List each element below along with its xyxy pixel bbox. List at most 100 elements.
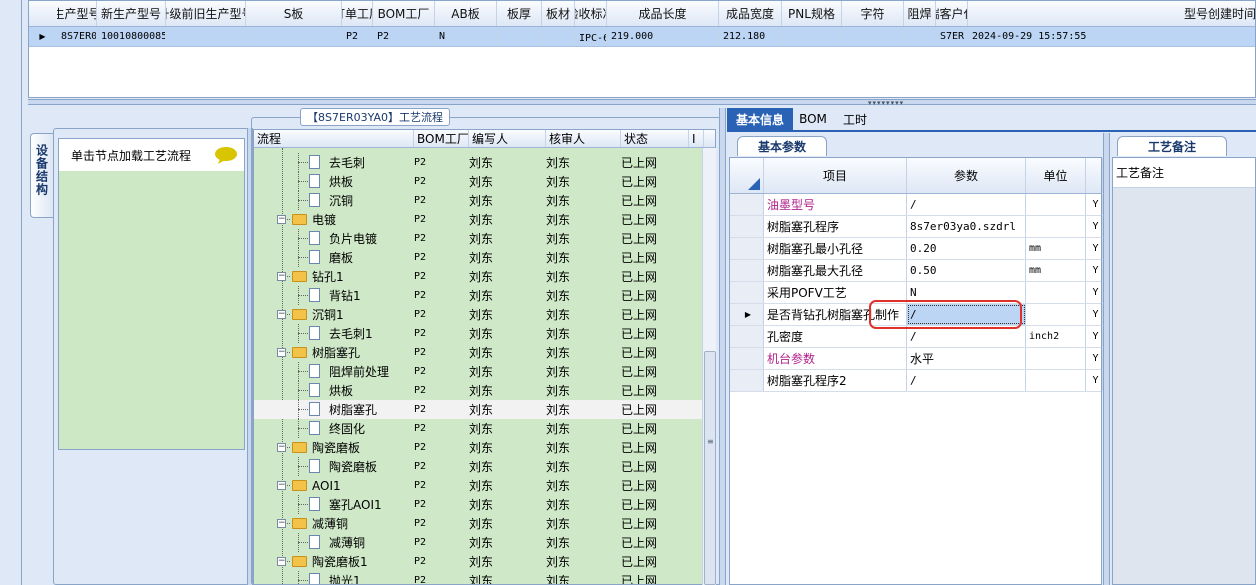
bom-factory-cell: P2 — [414, 499, 427, 510]
process-row[interactable]: 背钻1 P2 刘东 刘东 已上网 — [254, 286, 702, 305]
bom-factory-cell: P2 — [414, 176, 427, 187]
scrollbar-thumb[interactable]: ≡ — [704, 351, 716, 585]
collapse-icon[interactable]: − — [277, 443, 286, 452]
grid-header-cell: 升级前旧生产型号 — [166, 1, 246, 26]
tab-basic-info[interactable]: 基本信息 — [727, 108, 793, 130]
param-row[interactable]: 孔密度 / inch2 Y — [730, 326, 1103, 348]
author-cell: 刘东 — [469, 213, 494, 227]
process-row[interactable]: − 减薄铜 P2 刘东 刘东 已上网 — [254, 514, 702, 533]
param-value-input[interactable]: 0.50 — [907, 260, 1026, 281]
param-value-input[interactable]: 0.20 — [907, 238, 1026, 259]
horizontal-splitter[interactable]: ▾▾▾▾▾▾▾▾ — [28, 99, 1256, 107]
process-row[interactable]: 塞孔AOI1 P2 刘东 刘东 已上网 — [254, 495, 702, 514]
row-indicator-icon — [730, 282, 764, 303]
grid-cell — [166, 27, 246, 46]
tab-work-hours[interactable]: 工时 — [835, 108, 875, 130]
tab-equipment-structure[interactable]: 设备结构 — [30, 133, 53, 218]
author-cell: 刘东 — [469, 327, 494, 341]
param-row[interactable]: 油墨型号 / Y — [730, 194, 1103, 216]
tab-bom[interactable]: BOM — [797, 108, 829, 130]
collapse-icon[interactable]: − — [277, 215, 286, 224]
process-row[interactable]: 磨板 P2 刘东 刘东 已上网 — [254, 248, 702, 267]
equipment-tree[interactable]: 单击节点加载工艺流程 — [58, 138, 245, 450]
product-grid-row[interactable]: ▶ 8S7ER03YA010010800085368P2P2NIPC-6018 … — [29, 27, 1255, 47]
process-step-name: 电镀 — [312, 213, 337, 227]
process-row[interactable]: 沉铜 P2 刘东 刘东 已上网 — [254, 191, 702, 210]
bom-factory-cell: P2 — [414, 423, 427, 434]
param-value-input[interactable]: / — [907, 326, 1026, 347]
grid-cell: 8S7ER03YA0 — [57, 27, 97, 46]
folder-icon — [292, 556, 307, 567]
param-row[interactable]: 机台参数 水平 Y — [730, 348, 1103, 370]
process-row[interactable]: 终固化 P2 刘东 刘东 已上网 — [254, 419, 702, 438]
process-row[interactable]: 负片电镀 P2 刘东 刘东 已上网 — [254, 229, 702, 248]
grid-header-cell: 订单工厂 — [342, 1, 373, 26]
process-step-name: 阻焊前处理 — [329, 365, 390, 379]
grid-header-cell: PNL规格 — [782, 1, 842, 26]
collapse-icon[interactable]: − — [277, 557, 286, 566]
process-row[interactable]: 减薄铜 P2 刘东 刘东 已上网 — [254, 533, 702, 552]
middle-vertical-splitter[interactable] — [719, 108, 726, 585]
document-icon — [309, 573, 320, 584]
grid-header-cell: 型号创建时间 — [968, 1, 1256, 26]
collapse-icon[interactable]: − — [277, 481, 286, 490]
author-cell: 刘东 — [469, 536, 494, 550]
param-row[interactable]: 树脂塞孔最大孔径 0.50 mm Y — [730, 260, 1103, 282]
tree-branch-line — [298, 295, 308, 296]
tab-basic-params[interactable]: 基本参数 — [737, 136, 827, 156]
param-row[interactable]: 树脂塞孔程序2/ Y — [730, 370, 1103, 392]
process-tree-grid[interactable]: 流程 BOM工厂 编写人 核审人 状态 I 去毛刺 P2 刘东 刘东 已上网 烘板 P2 刘东 刘东 已上网… — [253, 129, 716, 585]
process-row[interactable]: − 树脂塞孔 P2 刘东 刘东 已上网 — [254, 343, 702, 362]
status-cell: 已上网 — [621, 498, 658, 512]
param-flag: Y — [1086, 326, 1103, 347]
author-cell: 刘东 — [469, 517, 494, 531]
process-row[interactable]: − 电镀 P2 刘东 刘东 已上网 — [254, 210, 702, 229]
process-row[interactable]: 去毛刺1 P2 刘东 刘东 已上网 — [254, 324, 702, 343]
param-value-input[interactable]: / — [907, 194, 1026, 215]
process-step-name: 烘板 — [329, 384, 354, 398]
process-row[interactable]: − 钻孔1 P2 刘东 刘东 已上网 — [254, 267, 702, 286]
param-value-input[interactable]: 水平 — [907, 348, 1026, 369]
process-row[interactable]: 烘板 P2 刘东 刘东 已上网 — [254, 381, 702, 400]
process-row[interactable]: − AOI1 P2 刘东 刘东 已上网 — [254, 476, 702, 495]
process-row[interactable]: − 沉铜1 P2 刘东 刘东 已上网 — [254, 305, 702, 324]
process-step-name: 陶瓷磨板 — [329, 460, 378, 474]
collapse-icon[interactable]: − — [277, 272, 286, 281]
process-row[interactable]: 抛光1 P2 刘东 刘东 已上网 — [254, 571, 702, 584]
param-unit — [1026, 194, 1086, 215]
param-item-name: 树脂塞孔程序 — [764, 216, 907, 237]
process-row[interactable]: 阻焊前处理 P2 刘东 刘东 已上网 — [254, 362, 702, 381]
param-row[interactable]: 树脂塞孔最小孔径 0.20 mm Y — [730, 238, 1103, 260]
folder-icon — [292, 309, 307, 320]
process-step-name: 树脂塞孔 — [329, 403, 378, 417]
reviewer-cell: 刘东 — [546, 536, 571, 550]
process-row[interactable]: 陶瓷磨板 P2 刘东 刘东 已上网 — [254, 457, 702, 476]
collapse-icon[interactable]: − — [277, 519, 286, 528]
process-row[interactable]: − 陶瓷磨板 P2 刘东 刘东 已上网 — [254, 438, 702, 457]
right-vertical-splitter[interactable] — [1103, 133, 1110, 585]
bom-factory-cell: P2 — [414, 385, 427, 396]
process-step-name: 塞孔AOI1 — [329, 498, 382, 512]
row-indicator-icon — [730, 370, 764, 391]
tab-process-notes[interactable]: 工艺备注 — [1117, 136, 1227, 156]
param-value-input[interactable]: 8s7er03ya0.szdrl — [907, 216, 1026, 237]
process-scrollbar[interactable]: ≡ — [702, 148, 716, 585]
params-grid[interactable]: 项目 参数 单位 油墨型号 / Y 树脂塞孔程序 8s7er03ya0.szdrl Y 树脂塞孔… — [729, 157, 1103, 585]
status-cell: 已上网 — [621, 346, 658, 360]
author-cell: 刘东 — [469, 270, 494, 284]
process-row[interactable]: 树脂塞孔 P2 刘东 刘东 已上网 — [254, 400, 702, 419]
folder-icon — [292, 271, 307, 282]
param-row[interactable]: 树脂塞孔程序 8s7er03ya0.szdrl Y — [730, 216, 1103, 238]
collapse-icon[interactable]: − — [277, 310, 286, 319]
process-row[interactable]: − 陶瓷磨板1 P2 刘东 刘东 已上网 — [254, 552, 702, 571]
collapse-icon[interactable]: − — [277, 348, 286, 357]
row-indicator-icon — [730, 326, 764, 347]
process-row[interactable]: 去毛刺 P2 刘东 刘东 已上网 — [254, 153, 702, 172]
process-row[interactable]: 烘板 P2 刘东 刘东 已上网 — [254, 172, 702, 191]
author-cell: 刘东 — [469, 156, 494, 170]
grid-header-cell: 新生产型号 — [97, 1, 166, 26]
grid-header-cell: 成品长度 — [607, 1, 719, 26]
reviewer-cell: 刘东 — [546, 498, 571, 512]
param-value-input[interactable]: / — [907, 370, 1026, 391]
status-cell: 已上网 — [621, 460, 658, 474]
